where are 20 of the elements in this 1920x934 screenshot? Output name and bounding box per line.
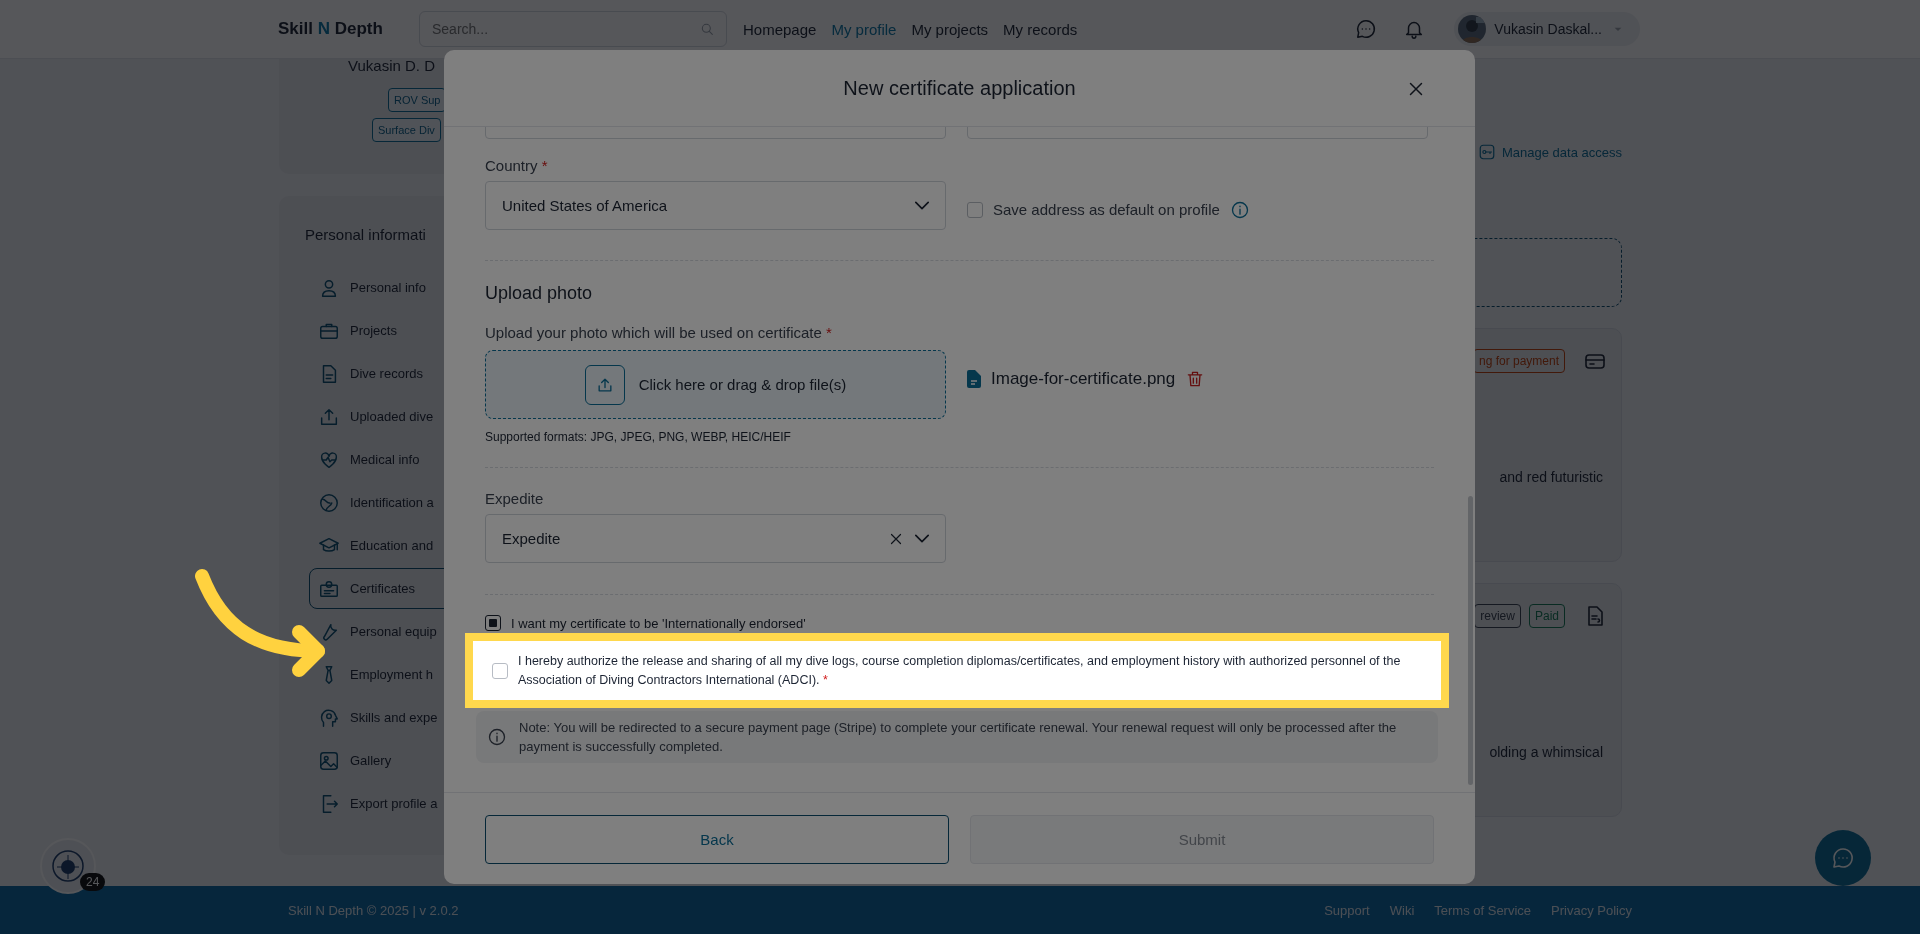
- card-description: olding a whimsical: [1489, 744, 1603, 760]
- dialog-title: New certificate application: [843, 76, 1076, 100]
- role-tag: ROV Sup: [388, 88, 447, 112]
- card-description: and red futuristic: [1499, 469, 1603, 485]
- note-text: Note: You will be redirected to a secure payment page (Stripe) to complete your certificate renewal. Your renewal request will only be processed after the payment is successfully completed.: [519, 719, 1398, 756]
- section-heading: Upload photo: [485, 282, 594, 305]
- copyright-text: Skill N Depth © 2025 | v 2.0.2: [288, 902, 459, 918]
- field-label: Country *: [485, 157, 549, 175]
- profile-name: Vukasin D. D: [348, 57, 435, 74]
- count-badge: 24: [80, 873, 106, 891]
- sidebar-title: Personal informati: [305, 226, 427, 243]
- consent-text: I hereby authorize the release and sharing of all my dive logs, course completion diplomas/certificates, and employment history with authorized personnel of the Association of Diving Contractors International (ADCI). *: [518, 652, 1402, 689]
- formats-hint: Supported formats: JPG, JPEG, PNG, WEBP, HEIC/HEIF: [485, 429, 792, 445]
- field-label: Upload your photo which will be used on certificate *: [485, 324, 833, 342]
- field-label: Expedite: [485, 490, 545, 508]
- checkbox-label: Save address as default on profile: [993, 201, 1220, 218]
- status-badge: Paid: [1528, 604, 1565, 628]
- checkbox-label: I want my certificate to be 'Internationally endorsed': [511, 615, 806, 631]
- role-tag: Surface Div: [372, 118, 441, 142]
- file-name: Image-for-certificate.png: [991, 369, 1176, 389]
